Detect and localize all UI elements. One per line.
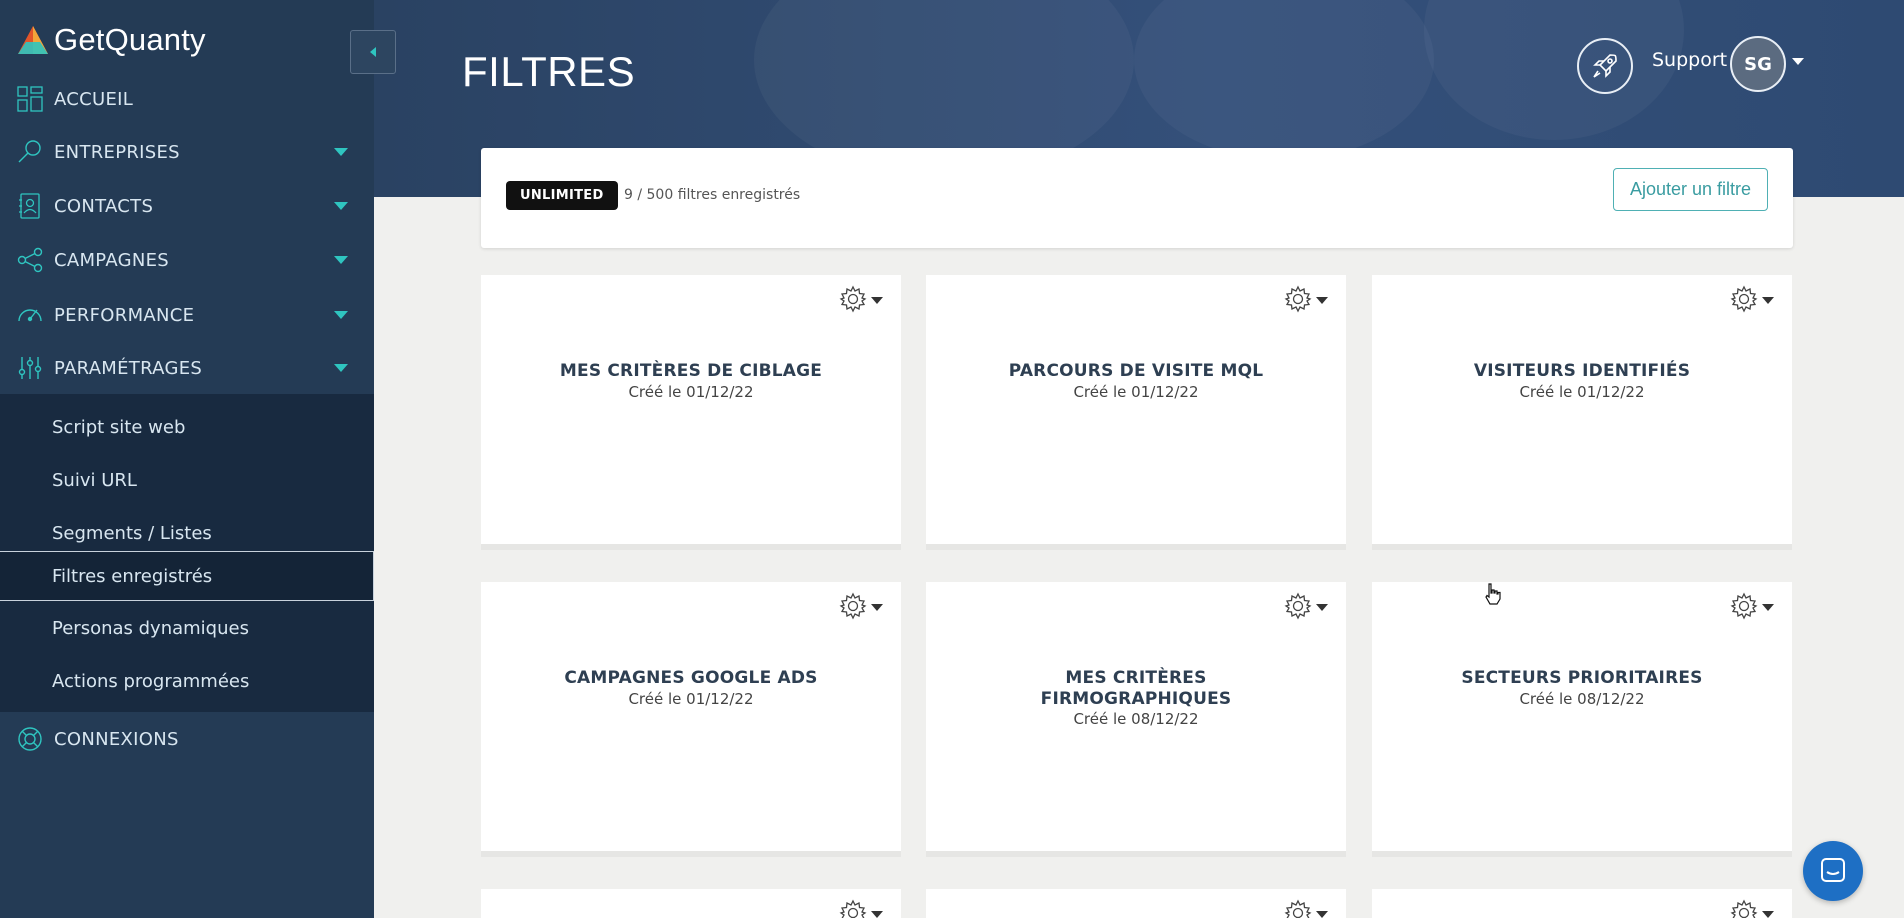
- chevron-down-icon[interactable]: [1762, 911, 1774, 918]
- filter-title: PARCOURS DE VISITE MQL: [1008, 361, 1264, 381]
- chevron-down-icon: [334, 256, 348, 264]
- filter-card[interactable]: MES CRITÈRES DE CIBLAGE Créé le 01/12/22: [481, 275, 901, 550]
- getquanty-logo-icon: [18, 26, 48, 54]
- page-title: FILTRES: [462, 48, 636, 95]
- filter-card[interactable]: [1372, 889, 1792, 918]
- filter-card[interactable]: PARCOURS DE VISITE MQL Créé le 01/12/22: [926, 275, 1346, 550]
- gauge-icon: [18, 309, 42, 322]
- rocket-icon: [1593, 54, 1617, 78]
- submenu-item-actions-programmees[interactable]: Actions programmées: [0, 656, 374, 706]
- add-filter-button[interactable]: Ajouter un filtre: [1613, 168, 1768, 211]
- chevron-down-icon[interactable]: [1762, 297, 1774, 304]
- gear-icon[interactable]: [839, 285, 867, 313]
- nav-label: CONTACTS: [54, 195, 154, 217]
- collapse-sidebar-button[interactable]: [350, 30, 396, 74]
- nav-item-contacts[interactable]: CONTACTS: [0, 179, 374, 233]
- chat-launcher-button[interactable]: [1803, 841, 1863, 901]
- nav-label: PERFORMANCE: [54, 304, 195, 326]
- filter-card[interactable]: SECTEURS PRIORITAIRES Créé le 08/12/22: [1372, 582, 1792, 857]
- sidebar: GetQuanty ACCUEIL ENTREPRISES CONTACTS C…: [0, 0, 374, 918]
- share-nodes-icon: [17, 247, 43, 273]
- gear-icon[interactable]: [1730, 285, 1758, 313]
- parametrages-submenu: Script site web Suivi URL Segments / Lis…: [0, 394, 374, 712]
- submenu-item-suivi-url[interactable]: Suivi URL: [0, 455, 374, 505]
- gear-icon[interactable]: [1730, 592, 1758, 620]
- filter-card[interactable]: CAMPAGNES GOOGLE ADS Créé le 01/12/22: [481, 582, 901, 857]
- chevron-down-icon[interactable]: [1762, 604, 1774, 611]
- chevron-down-icon[interactable]: [1316, 911, 1328, 918]
- nav-item-parametrages[interactable]: PARAMÉTRAGES: [0, 341, 374, 395]
- filter-date: Créé le 01/12/22: [1519, 383, 1645, 401]
- contact-card-icon: [19, 193, 40, 219]
- chevron-down-icon: [334, 364, 348, 372]
- dashboard-icon: [17, 86, 43, 112]
- nav-item-accueil[interactable]: ACCUEIL: [0, 72, 374, 126]
- filter-title: VISITEURS IDENTIFIÉS: [1473, 361, 1691, 381]
- gear-icon[interactable]: [1730, 899, 1758, 918]
- support-link[interactable]: Support: [1652, 49, 1727, 71]
- gear-icon[interactable]: [1284, 592, 1312, 620]
- nav-label: CONNEXIONS: [54, 728, 179, 750]
- nav-label: ACCUEIL: [54, 88, 134, 110]
- brand-logo[interactable]: GetQuanty: [16, 22, 206, 58]
- gear-icon[interactable]: [1284, 285, 1312, 313]
- chevron-down-icon: [334, 148, 348, 156]
- plan-badge: UNLIMITED: [506, 181, 618, 210]
- filter-title: SECTEURS PRIORITAIRES: [1461, 668, 1703, 688]
- chevron-down-icon[interactable]: [1316, 297, 1328, 304]
- filters-quota-bar: UNLIMITED 9 / 500 filtres enregistrés Aj…: [481, 148, 1793, 248]
- chevron-down-icon[interactable]: [871, 297, 883, 304]
- gear-icon[interactable]: [839, 592, 867, 620]
- user-avatar[interactable]: SG: [1730, 36, 1786, 92]
- chevron-down-icon[interactable]: [871, 604, 883, 611]
- filter-date: Créé le 08/12/22: [1073, 710, 1199, 728]
- nav-item-campagnes[interactable]: CAMPAGNES: [0, 233, 374, 287]
- chevron-down-icon[interactable]: [1792, 58, 1804, 65]
- filter-date: Créé le 08/12/22: [1519, 690, 1645, 708]
- chevron-down-icon: [334, 311, 348, 319]
- nav-label: ENTREPRISES: [54, 141, 180, 163]
- filter-card[interactable]: VISITEURS IDENTIFIÉS Créé le 01/12/22: [1372, 275, 1792, 550]
- submenu-item-filtres-enregistres[interactable]: Filtres enregistrés: [0, 551, 374, 601]
- nav-item-entreprises[interactable]: ENTREPRISES: [0, 125, 374, 179]
- chevron-left-icon: [370, 47, 376, 57]
- filters-count: 9 / 500 filtres enregistrés: [624, 187, 801, 203]
- filter-card[interactable]: [481, 889, 901, 918]
- chat-icon: [1821, 858, 1845, 882]
- nav-item-connexions[interactable]: CONNEXIONS: [0, 712, 374, 766]
- chevron-down-icon[interactable]: [871, 911, 883, 918]
- filter-date: Créé le 01/12/22: [1073, 383, 1199, 401]
- rocket-search-icon: [18, 140, 41, 163]
- submenu-item-personas-dynamiques[interactable]: Personas dynamiques: [0, 603, 374, 653]
- nav-item-performance[interactable]: PERFORMANCE: [0, 288, 374, 342]
- chevron-down-icon[interactable]: [1316, 604, 1328, 611]
- submenu-item-script-site-web[interactable]: Script site web: [0, 402, 374, 452]
- hand-cursor-icon: [1485, 583, 1501, 605]
- filter-date: Créé le 01/12/22: [628, 383, 754, 401]
- rocket-button[interactable]: [1577, 38, 1633, 94]
- nav-label: PARAMÉTRAGES: [54, 357, 203, 379]
- filter-title: MES CRITÈRES FIRMOGRAPHIQUES: [1040, 668, 1232, 709]
- brand-name: GetQuanty: [54, 22, 206, 57]
- sliders-icon: [18, 357, 42, 379]
- lifebuoy-icon: [18, 727, 42, 751]
- filter-card[interactable]: [926, 889, 1346, 918]
- gear-icon[interactable]: [839, 899, 867, 918]
- filter-date: Créé le 01/12/22: [628, 690, 754, 708]
- nav-label: CAMPAGNES: [54, 249, 170, 271]
- filter-card[interactable]: MES CRITÈRES FIRMOGRAPHIQUES Créé le 08/…: [926, 582, 1346, 857]
- chevron-down-icon: [334, 202, 348, 210]
- gear-icon[interactable]: [1284, 899, 1312, 918]
- filter-title: MES CRITÈRES DE CIBLAGE: [559, 361, 823, 381]
- filter-title: CAMPAGNES GOOGLE ADS: [564, 668, 818, 688]
